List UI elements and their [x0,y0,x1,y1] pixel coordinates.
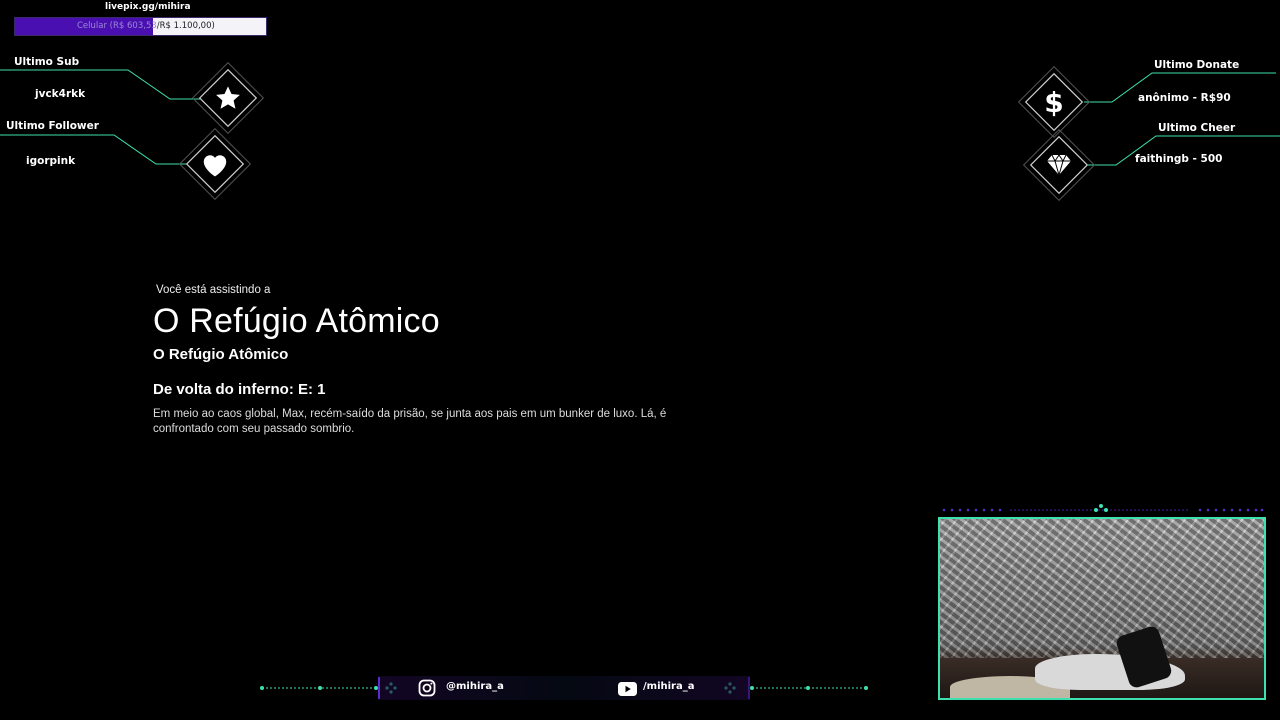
last-follower-label: Ultimo Follower [6,120,99,132]
youtube-icon[interactable] [618,681,637,696]
star-icon [212,82,244,114]
last-donate-label: Ultimo Donate [1154,59,1240,71]
socials-bar: @mihira_a /mihira_a [380,676,750,700]
last-sub-label: Ultimo Sub [14,56,80,68]
goal-label-target: /R$ 1.100,00) [156,21,215,31]
youtube-handle[interactable]: /mihira_a [643,681,694,692]
heart-icon [199,148,231,180]
goal-label: Celular (R$ 603,53/R$ 1.100,00) [77,21,215,31]
watching-caption: Você está assistindo a [156,284,271,296]
diamond-gem-icon [1043,149,1075,181]
goal-label-current: Celular (R$ 603,53 [77,21,157,31]
instagram-icon[interactable] [418,679,436,697]
episode-description: Em meio ao caos global, Max, recém-saído… [153,408,667,435]
last-cheer-value: faithingb - 500 [1135,153,1223,165]
goal-url: livepix.gg/mihira [105,2,191,12]
last-sub-value: jvck4rkk [35,88,86,100]
show-subtitle: O Refúgio Atômico [153,346,289,363]
webcam-feed [938,517,1266,700]
last-donate-value: anônimo - R$90 [1138,92,1231,104]
dollar-icon: $ [1044,85,1064,119]
episode-title: De volta do inferno: E: 1 [153,381,326,398]
show-title: O Refúgio Atômico [153,302,440,340]
instagram-handle[interactable]: @mihira_a [446,681,504,692]
last-cheer-label: Ultimo Cheer [1158,122,1236,134]
goal-progress-bar: Celular (R$ 603,53/R$ 1.100,00) [14,17,267,36]
last-follower-value: igorpink [26,155,76,167]
